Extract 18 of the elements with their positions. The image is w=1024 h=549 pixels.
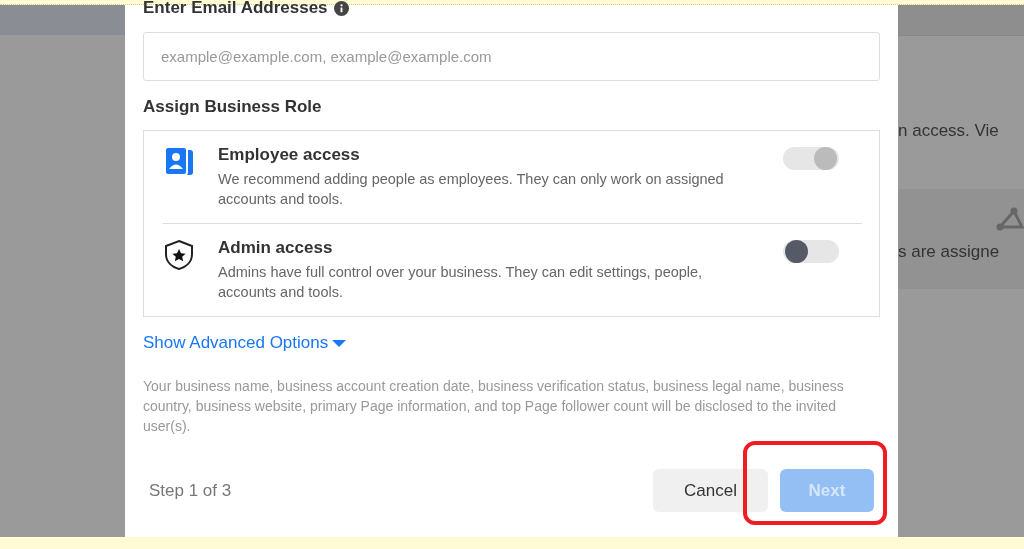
step-indicator: Step 1 of 3 [149,480,232,501]
advanced-options-link[interactable]: Show Advanced Options [143,333,347,353]
caret-icon [332,338,347,348]
disclosure-text: Your business name, business account creation date, business verification status, business legal name, business country, business website, primary Page information, and top Page follower count will be disclosed to the invited user(s). [143,377,845,436]
email-label: Enter Email Addresses [143,0,328,18]
cancel-button[interactable]: Cancel [653,469,768,512]
shield-star-icon [162,238,196,272]
background-text: n access. Vie [898,121,1000,141]
network-icon [994,207,1024,233]
role-title: Admin access [218,237,334,259]
role-description: Admins have full control over your business. They can edit settings, people, accounts and tools. [218,263,704,302]
role-heading: Assign Business Role [143,97,323,117]
toggle-switch[interactable] [783,240,839,263]
role-title: Employee access [218,144,361,166]
email-input-field[interactable]: example@example.com, example@example.com [143,32,880,81]
info-icon[interactable] [333,0,349,16]
role-description: We recommend adding people as employees. They can only work on assigned accounts and tools. [218,170,725,209]
background-text: s are assigne [898,242,1000,262]
